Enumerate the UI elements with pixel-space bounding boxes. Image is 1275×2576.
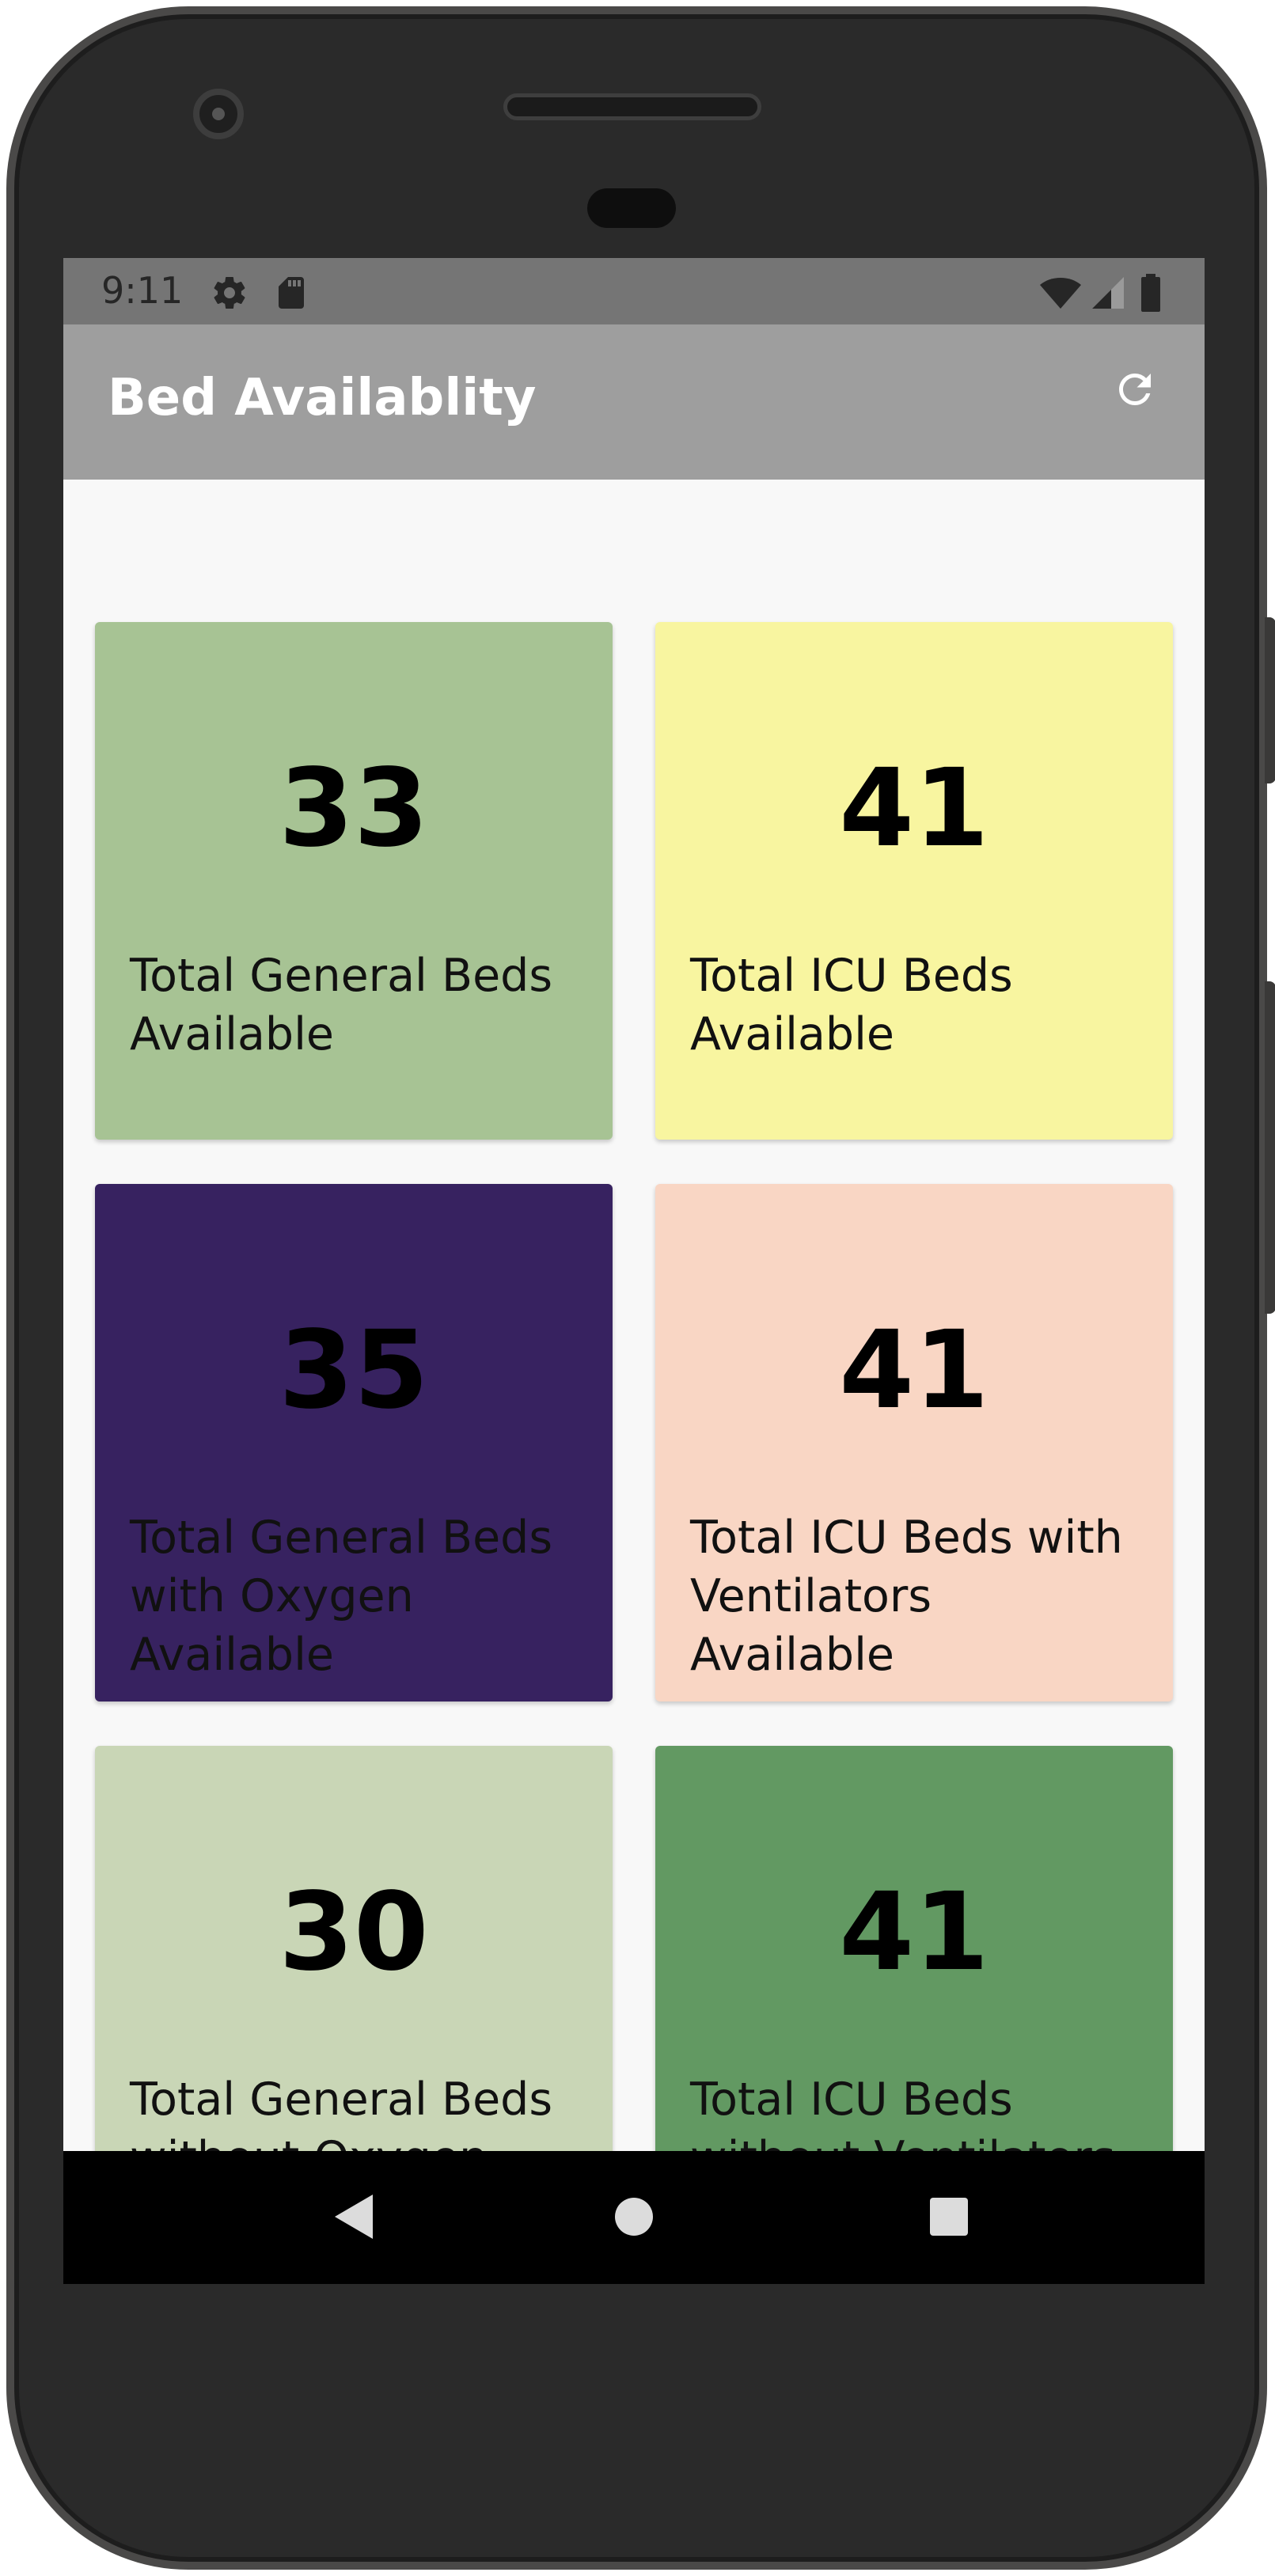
card-icu-beds-without-ventilators[interactable]: 41 Total ICU Beds without Ventilators	[655, 1746, 1173, 2157]
card-general-beds-without-oxygen[interactable]: 30 Total General Beds without Oxygen	[95, 1746, 613, 2157]
card-icu-beds[interactable]: 41 Total ICU Beds Available	[655, 622, 1173, 1140]
card-general-beds-oxygen[interactable]: 35 Total General Beds with Oxygen Availa…	[95, 1184, 613, 1702]
card-value: 35	[279, 1308, 429, 1433]
card-label: Total ICU Beds Available	[690, 950, 1013, 1060]
back-icon	[332, 2191, 376, 2246]
refresh-icon	[1111, 366, 1159, 417]
bed-stats-grid: 33 Total General Beds Available 41 Total…	[63, 480, 1205, 2157]
refresh-button[interactable]	[1102, 358, 1168, 424]
screen: 9:11 Bed Availablity 33 Total General Be…	[63, 258, 1205, 2284]
settings-gear-icon	[211, 274, 249, 316]
power-button	[1265, 981, 1275, 1314]
card-icu-beds-ventilators[interactable]: 41 Total ICU Beds with Ventilators Avail…	[655, 1184, 1173, 1702]
wifi-icon	[1038, 274, 1083, 316]
card-label: Total ICU Beds without Ventilators	[690, 2073, 1115, 2157]
volume-button	[1265, 617, 1275, 783]
card-label: Total ICU Beds with Ventilators Availabl…	[690, 1512, 1123, 1681]
status-bar: 9:11	[63, 258, 1205, 324]
cellular-signal-icon	[1089, 274, 1127, 316]
card-general-beds[interactable]: 33 Total General Beds Available	[95, 622, 613, 1140]
earpiece-speaker	[503, 93, 761, 120]
status-time: 9:11	[101, 269, 184, 312]
card-label: Total General Beds Available	[130, 950, 553, 1060]
home-icon	[613, 2196, 655, 2241]
proximity-sensor	[587, 188, 676, 228]
card-value: 30	[279, 1870, 429, 1995]
recents-button[interactable]	[913, 2183, 985, 2254]
card-value: 41	[839, 1870, 989, 1995]
page-title: Bed Availablity	[108, 369, 537, 427]
app-bar: Bed Availablity	[63, 324, 1205, 480]
front-camera	[193, 89, 244, 139]
card-value: 41	[839, 1308, 989, 1433]
home-button[interactable]	[598, 2183, 670, 2254]
card-value: 33	[279, 746, 429, 871]
card-label: Total General Beds without Oxygen	[130, 2073, 553, 2157]
back-button[interactable]	[318, 2183, 389, 2254]
card-label: Total General Beds with Oxygen Available	[130, 1512, 553, 1681]
recents-icon	[928, 2196, 970, 2241]
card-value: 41	[839, 746, 989, 871]
battery-icon	[1140, 274, 1162, 316]
navigation-bar	[63, 2151, 1205, 2284]
sd-card-icon	[272, 274, 307, 316]
